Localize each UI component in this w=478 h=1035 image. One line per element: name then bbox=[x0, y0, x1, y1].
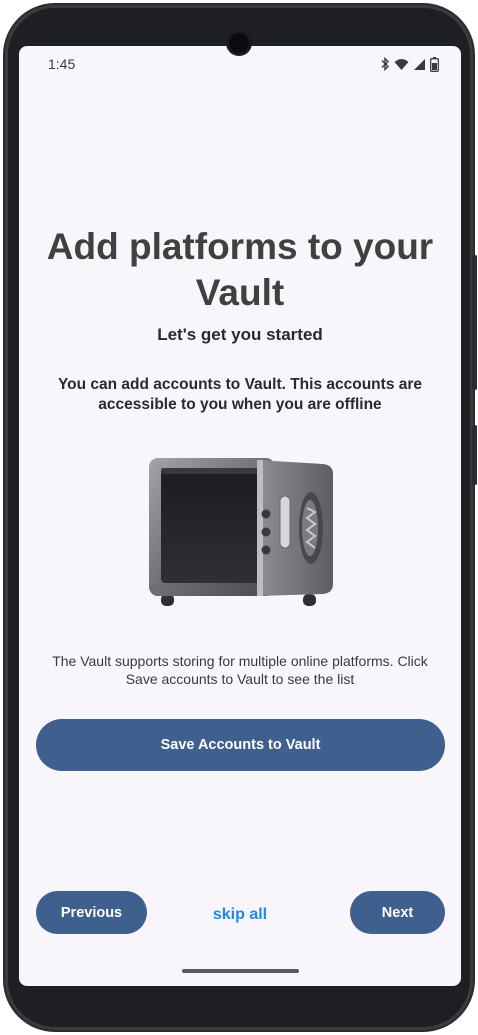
status-time: 1:45 bbox=[48, 56, 76, 72]
info-text: The Vault supports storing for multiple … bbox=[52, 653, 428, 687]
previous-button[interactable]: Previous bbox=[36, 891, 147, 934]
next-button[interactable]: Next bbox=[350, 891, 445, 934]
front-camera bbox=[229, 33, 249, 53]
intro-text: You can add accounts to Vault. This acco… bbox=[57, 376, 423, 413]
app-screen: 1:45 Add platforms to your Vault Let's g… bbox=[19, 46, 461, 986]
battery-icon bbox=[430, 56, 439, 72]
safe-illustration bbox=[149, 458, 333, 606]
cellular-signal-icon bbox=[414, 58, 425, 70]
page-subtitle: Let's get you started bbox=[157, 325, 323, 344]
page-title: Add platforms to your Vault bbox=[46, 226, 434, 313]
status-icons bbox=[380, 56, 439, 72]
skip-all-link[interactable]: skip all bbox=[190, 906, 290, 924]
power-button bbox=[472, 255, 477, 390]
bluetooth-icon bbox=[381, 57, 389, 71]
save-accounts-button[interactable]: Save Accounts to Vault bbox=[36, 719, 445, 771]
volume-button bbox=[472, 425, 477, 485]
wifi-icon bbox=[394, 58, 409, 70]
home-indicator[interactable] bbox=[182, 969, 299, 973]
